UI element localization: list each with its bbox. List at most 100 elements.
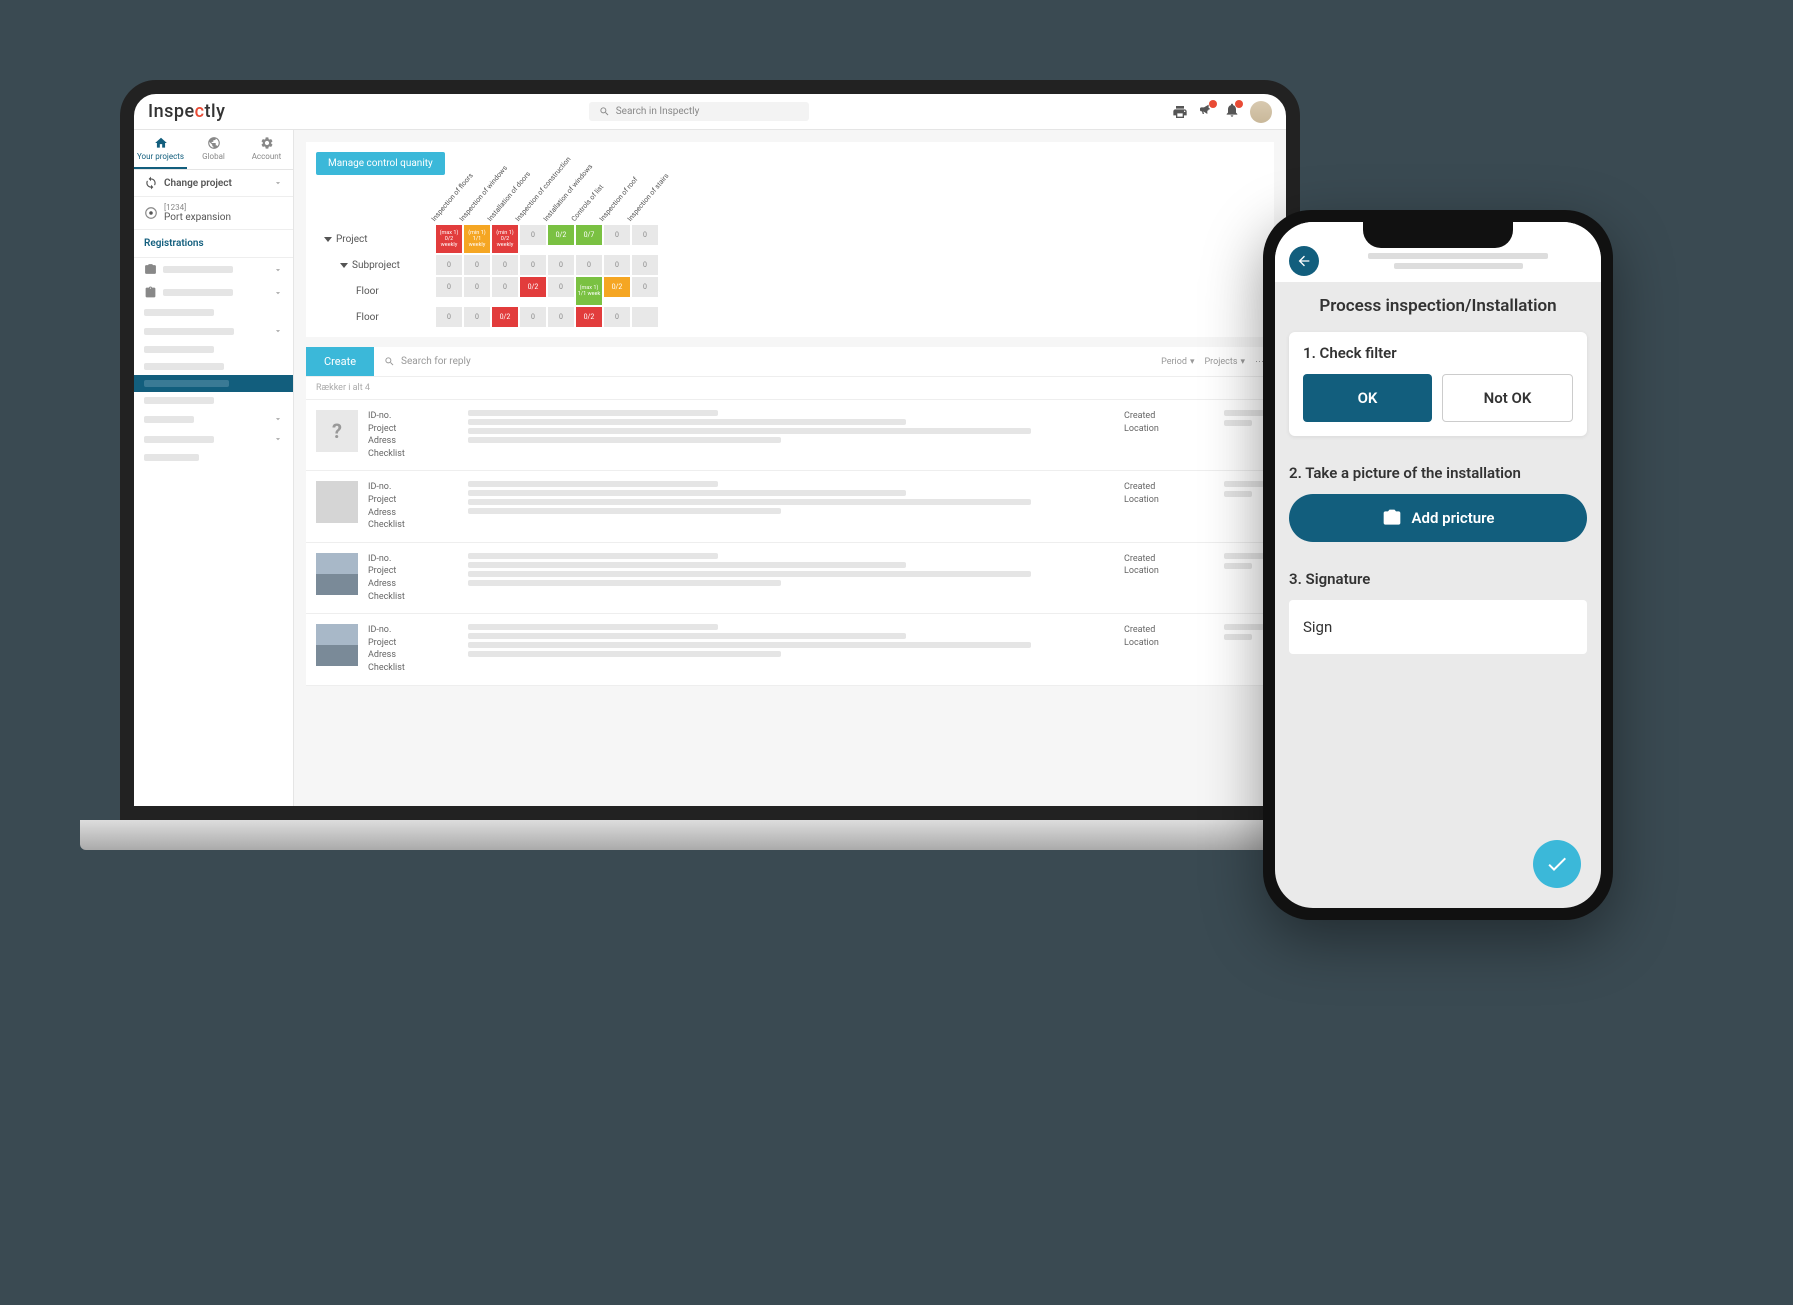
matrix-cell[interactable]: 0/2 (548, 225, 574, 245)
sidebar-item[interactable] (134, 429, 293, 449)
reply-row[interactable]: ID-no.ProjectAdressChecklist CreatedLocat… (306, 471, 1274, 542)
filter-projects[interactable]: Projects ▾ (1204, 357, 1245, 367)
matrix-cell[interactable]: 0 (436, 307, 462, 327)
ok-button[interactable]: OK (1303, 374, 1432, 422)
matrix-cell[interactable]: (max 1) 0/2 weekly (436, 225, 462, 253)
desktop-topbar: Inspectly Search in Inspectly (134, 94, 1286, 130)
matrix-cell[interactable]: 0 (548, 277, 574, 297)
sidebar-item-camera[interactable] (134, 258, 293, 281)
sidebar-item[interactable] (134, 449, 293, 466)
matrix-cell[interactable]: 0 (492, 255, 518, 275)
not-ok-button[interactable]: Not OK (1442, 374, 1573, 422)
back-button[interactable] (1289, 246, 1319, 276)
phone-mockup: Process inspection/Installation 1. Check… (1263, 210, 1613, 920)
notifications-announcements[interactable] (1198, 102, 1214, 121)
matrix-cell[interactable]: 0 (436, 277, 462, 297)
matrix-panel: Manage control quanity Inspection of flo… (306, 142, 1274, 337)
clipboard-icon (144, 286, 157, 299)
matrix-cell[interactable]: (max 1) 1/1 week (576, 277, 602, 305)
matrix-cell[interactable]: 0 (464, 307, 490, 327)
tab-global[interactable]: Global (187, 130, 240, 169)
matrix-cell[interactable]: 0 (436, 255, 462, 275)
matrix-cell[interactable]: (min 1) 0/2 weekly (492, 225, 518, 253)
main-content: Manage control quanity Inspection of flo… (294, 130, 1286, 806)
confirm-fab[interactable] (1533, 840, 1581, 888)
sidebar-item[interactable] (134, 304, 293, 321)
tab-your-projects[interactable]: Your projects (134, 130, 187, 169)
matrix-cell[interactable]: 0 (632, 277, 658, 297)
reply-dates: CreatedLocation (1124, 481, 1214, 531)
reply-row[interactable]: ?ID-no.ProjectAdressChecklist CreatedLoca… (306, 400, 1274, 471)
filter-label: Period (1161, 357, 1187, 367)
tab-account[interactable]: Account (240, 130, 293, 169)
create-button[interactable]: Create (306, 347, 374, 376)
sidebar-item[interactable] (134, 409, 293, 429)
matrix-cell[interactable]: 0/2 (520, 277, 546, 297)
sidebar-item-clipboard[interactable] (134, 281, 293, 304)
matrix-cell[interactable]: 0 (548, 255, 574, 275)
matrix-cell[interactable] (632, 307, 658, 327)
reply-content (448, 624, 1114, 674)
matrix-cell[interactable]: 0/2 (604, 277, 630, 297)
matrix-body: Project(max 1) 0/2 weekly(min 1) 1/1 wee… (316, 225, 1264, 327)
reply-thumbnail: ? (316, 410, 358, 452)
matrix-cell[interactable]: 0 (548, 307, 574, 327)
add-picture-button[interactable]: Add pricture (1289, 494, 1587, 542)
change-project-row[interactable]: Change project (134, 170, 293, 197)
matrix-cell[interactable]: 0 (604, 307, 630, 327)
matrix-cell[interactable]: 0 (604, 255, 630, 275)
matrix-cell[interactable]: 0 (632, 225, 658, 245)
matrix-cell[interactable]: 0 (520, 255, 546, 275)
user-avatar[interactable] (1250, 101, 1272, 123)
step2-title: 2. Take a picture of the installation (1289, 452, 1587, 494)
matrix-cell[interactable]: 0 (632, 255, 658, 275)
sidebar: Your projects Global Account Change proj… (134, 130, 294, 806)
matrix-cell[interactable]: 0/2 (576, 307, 602, 327)
tab-label: Account (252, 152, 282, 161)
global-search[interactable]: Search in Inspectly (589, 102, 809, 121)
matrix-cell[interactable]: 0 (464, 255, 490, 275)
phone-title-placeholder (1329, 253, 1587, 269)
matrix-cell[interactable]: 0 (492, 277, 518, 297)
matrix-cell[interactable]: (min 1) 1/1 weekly (464, 225, 490, 253)
registrations-header[interactable]: Registrations (134, 230, 293, 258)
result-count: Rækker i alt 4 (306, 377, 1274, 400)
project-icon (144, 206, 158, 220)
filter-period[interactable]: Period ▾ (1161, 357, 1194, 367)
logo-accent: c (195, 101, 205, 122)
print-icon[interactable] (1172, 104, 1188, 120)
matrix-cell[interactable]: 0 (576, 255, 602, 275)
reply-row[interactable]: ID-no.ProjectAdressChecklistCreatedLocat… (306, 543, 1274, 614)
matrix-row: Floor000/2000/20 (316, 307, 1264, 327)
reply-dates: CreatedLocation (1124, 553, 1214, 603)
step3-section: 3. Signature Sign (1289, 558, 1587, 654)
sidebar-item[interactable] (134, 341, 293, 358)
reply-meta: ID-no.ProjectAdressChecklist (368, 410, 438, 460)
reply-meta: ID-no.ProjectAdressChecklist (368, 481, 438, 531)
add-picture-label: Add pricture (1412, 509, 1495, 527)
sidebar-item[interactable] (134, 321, 293, 341)
search-reply-input[interactable]: Search for reply (374, 356, 1151, 367)
reply-meta: ID-no.ProjectAdressChecklist (368, 624, 438, 674)
sidebar-item-selected[interactable] (134, 375, 293, 392)
chevron-down-icon (273, 178, 283, 188)
manage-control-button[interactable]: Manage control quanity (316, 152, 445, 175)
matrix-cell[interactable]: 0 (464, 277, 490, 297)
reply-dates: CreatedLocation (1124, 410, 1214, 460)
reply-list: ?ID-no.ProjectAdressChecklistCreatedLoca… (306, 400, 1274, 686)
notifications-bell[interactable] (1224, 102, 1240, 121)
reply-row[interactable]: ID-no.ProjectAdressChecklistCreatedLocat… (306, 614, 1274, 685)
matrix-cell[interactable]: 0 (520, 307, 546, 327)
matrix-cell[interactable]: 0 (604, 225, 630, 245)
registrations-label: Registrations (144, 238, 204, 249)
matrix-cell[interactable]: 0/7 (576, 225, 602, 245)
check-icon (1545, 852, 1569, 876)
matrix-cell[interactable]: 0 (520, 225, 546, 245)
sidebar-item[interactable] (134, 392, 293, 409)
sidebar-item[interactable] (134, 358, 293, 375)
current-project-row[interactable]: [1234] Port expansion (134, 197, 293, 230)
camera-icon (144, 263, 157, 276)
matrix-cell[interactable]: 0/2 (492, 307, 518, 327)
reply-end (1224, 553, 1264, 603)
sign-input[interactable]: Sign (1289, 600, 1587, 654)
